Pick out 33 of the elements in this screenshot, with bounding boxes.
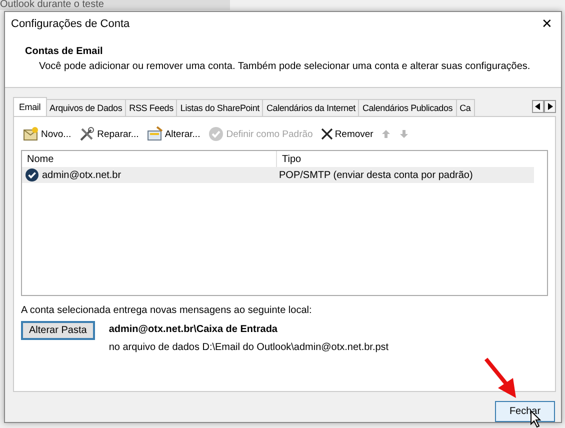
window-title: Configurações de Conta xyxy=(11,18,130,30)
close-button[interactable]: ✕ xyxy=(533,12,561,36)
checkmark-icon xyxy=(208,126,224,142)
scroll-left-button[interactable] xyxy=(532,100,544,113)
toolbar-button[interactable]: Reparar... xyxy=(77,126,141,142)
close-icon xyxy=(320,128,333,140)
tab[interactable]: Ca xyxy=(456,99,475,116)
column-header[interactable]: Tipo xyxy=(277,151,302,167)
tab[interactable]: Listas do SharePoint xyxy=(177,99,264,116)
background-text: Outlook durante o teste xyxy=(0,0,230,10)
tools-icon xyxy=(79,126,96,142)
account-type: POP/SMTP (enviar desta conta por padrão) xyxy=(278,170,473,180)
card-icon xyxy=(146,126,163,142)
toolbar-button[interactable]: Alterar... xyxy=(144,126,202,142)
section-heading: Contas de Email xyxy=(25,46,104,57)
toolbar-button[interactable]: Novo... xyxy=(21,126,74,142)
table-row[interactable]: admin@otx.net.br POP/SMTP (enviar desta conta por padrão) xyxy=(22,167,534,183)
scroll-right-button[interactable] xyxy=(544,100,556,113)
tab[interactable]: Calendários da Internet xyxy=(263,99,360,116)
folder-path: admin@otx.net.br\Caixa de Entrada xyxy=(108,323,278,337)
tab[interactable]: RSS Feeds xyxy=(126,99,178,116)
tab[interactable]: Arquivos de Dados xyxy=(46,99,126,116)
tab[interactable]: Email xyxy=(13,97,47,116)
change-folder-button[interactable]: Alterar Pasta xyxy=(21,321,95,340)
envelope-icon xyxy=(23,126,39,142)
left-triangle-icon xyxy=(535,103,541,110)
account-name: admin@otx.net.br xyxy=(42,170,122,180)
toolbar-button[interactable]: Remover xyxy=(318,128,376,140)
data-file-path: no arquivo de dados D:\Email do Outlook\admin@otx.net.br.pst xyxy=(108,341,389,355)
section-description: Você pode adicionar ou remover uma conta. Também pode selecionar uma conta e alterar suas configurações. xyxy=(38,61,532,72)
right-triangle-icon xyxy=(547,103,553,110)
delivery-caption: A conta selecionada entrega novas mensagens ao seguinte local: xyxy=(21,305,313,316)
tab[interactable]: Calendários Publicados xyxy=(359,99,457,116)
